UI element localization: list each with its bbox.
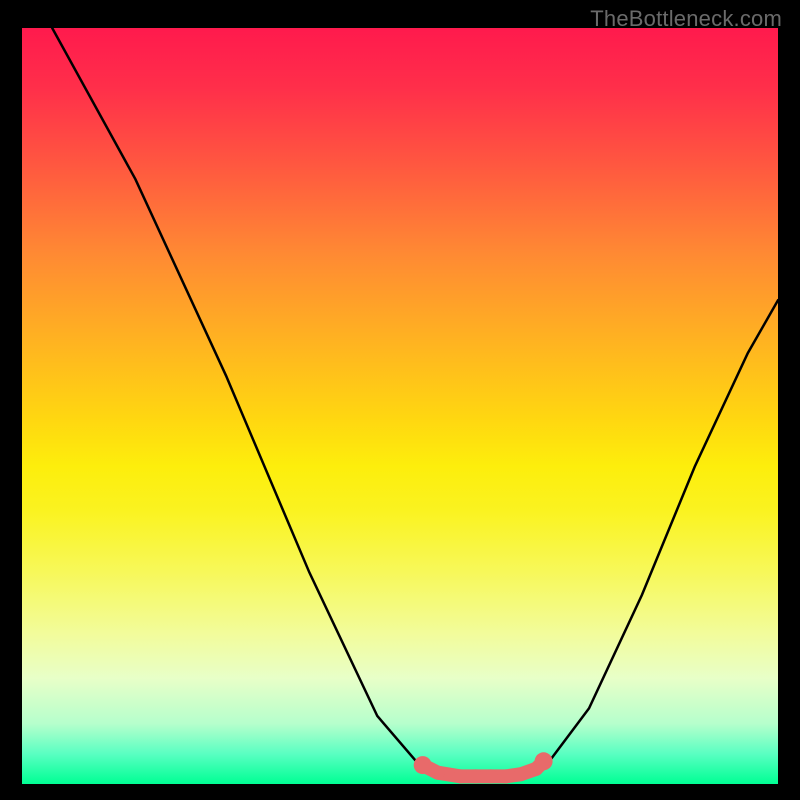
valley-dot <box>535 752 553 770</box>
valley-dot <box>484 769 498 783</box>
right-ascent-path <box>544 300 778 769</box>
plot-area <box>22 28 778 784</box>
left-descent-path <box>52 28 423 769</box>
valley-dot <box>514 767 528 781</box>
valley-dot <box>454 769 468 783</box>
valley-dot <box>414 756 432 774</box>
marker-layer <box>414 752 553 783</box>
curve-layer <box>52 28 778 769</box>
chart-svg <box>22 28 778 784</box>
valley-dot <box>469 769 483 783</box>
valley-dot <box>499 769 513 783</box>
watermark-text: TheBottleneck.com <box>590 6 782 32</box>
valley-dot <box>431 766 445 780</box>
